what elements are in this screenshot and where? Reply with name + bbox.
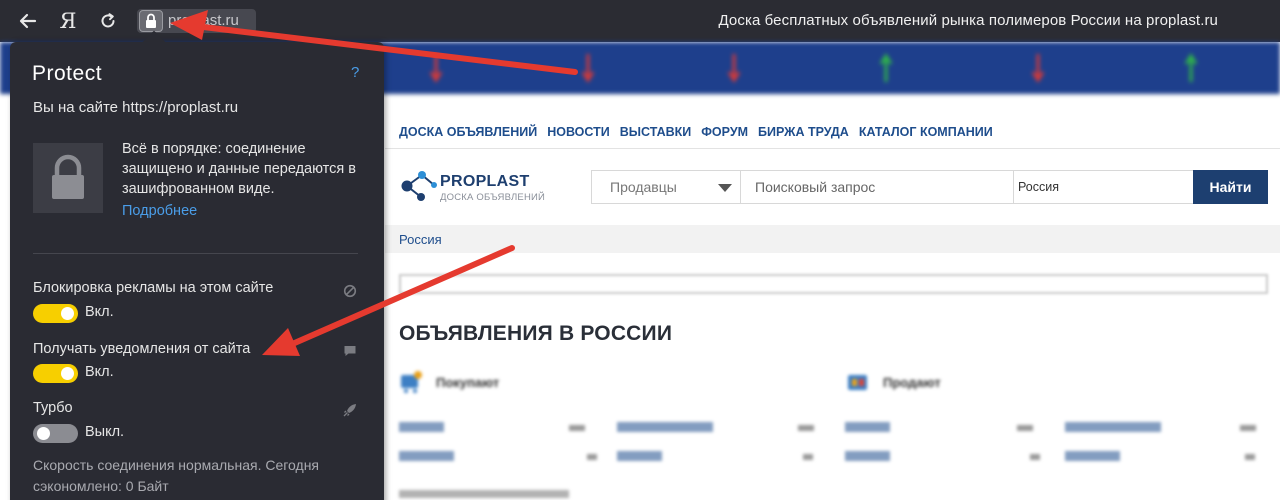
- speed-note: Скорость соединения нормальная. Сегодня …: [33, 457, 320, 494]
- turbo-label: Турбо: [33, 400, 73, 416]
- category-select[interactable]: Продавцы: [591, 170, 740, 204]
- notifications-label: Получать уведомления от сайта: [33, 341, 251, 357]
- menu-catalog[interactable]: КАТАЛОГ КОМПАНИИ: [859, 125, 993, 139]
- ticker-item: [430, 48, 580, 88]
- category-count: [587, 454, 597, 460]
- ticker-item: [728, 48, 878, 88]
- help-button[interactable]: ?: [351, 64, 359, 81]
- category-count: [803, 454, 813, 460]
- category-link[interactable]: [617, 422, 713, 432]
- category-link[interactable]: [399, 422, 444, 432]
- menu-news[interactable]: НОВОСТИ: [547, 125, 610, 139]
- search-form: Продавцы Найти: [591, 170, 1268, 204]
- divider: [385, 148, 1280, 149]
- category-link[interactable]: [1065, 451, 1120, 461]
- breadcrumb-item[interactable]: Россия: [399, 232, 442, 247]
- store-icon: [848, 375, 867, 390]
- category-link[interactable]: [845, 451, 890, 461]
- ad-block-toggle[interactable]: [33, 304, 78, 323]
- toggle-knob: [61, 307, 74, 320]
- category-link[interactable]: [845, 422, 890, 432]
- ad-block-state: Вкл.: [85, 304, 114, 320]
- regions-heading: [399, 490, 569, 498]
- ticker-item: [582, 48, 732, 88]
- category-count: [569, 425, 585, 431]
- more-details-link[interactable]: Подробнее: [122, 203, 197, 219]
- divider: [33, 253, 358, 254]
- page-title: ОБЪЯВЛЕНИЯ В РОССИИ: [399, 322, 673, 345]
- toggle-knob: [61, 367, 74, 380]
- ad-block-label: Блокировка рекламы на этом сайте: [33, 280, 274, 296]
- notifications-state: Вкл.: [85, 364, 114, 380]
- browser-toolbar: Я proplast.ru Доска бесплатных объявлени…: [0, 0, 1280, 42]
- notifications-toggle[interactable]: [33, 364, 78, 383]
- site-security-button[interactable]: [139, 10, 163, 32]
- turbo-state: Выкл.: [85, 424, 125, 440]
- search-button[interactable]: Найти: [1193, 170, 1268, 204]
- category-count: [1030, 454, 1040, 460]
- cart-icon: [401, 371, 422, 393]
- breadcrumb: Россия: [385, 225, 1280, 253]
- reload-icon: [101, 13, 115, 28]
- banner-placeholder: [399, 274, 1268, 294]
- lock-icon: [146, 13, 156, 28]
- category-link[interactable]: [399, 451, 454, 461]
- chevron-down-icon: [718, 184, 732, 192]
- category-link[interactable]: [617, 451, 662, 461]
- rocket-icon: [343, 404, 356, 417]
- lock-icon: [52, 154, 84, 199]
- sellers-heading[interactable]: Продают: [883, 375, 941, 390]
- ticker-item: [1185, 48, 1280, 88]
- site-menu: ДОСКА ОБЪЯВЛЕНИЙ НОВОСТИ ВЫСТАВКИ ФОРУМ …: [399, 125, 993, 139]
- connection-status-text: Всё в порядке: соединение защищено и дан…: [122, 141, 356, 197]
- reload-button[interactable]: [95, 8, 121, 34]
- region-input[interactable]: [1013, 170, 1193, 204]
- menu-board[interactable]: ДОСКА ОБЪЯВЛЕНИЙ: [399, 125, 537, 139]
- category-count: [798, 425, 814, 431]
- ticker-item: [880, 48, 1030, 88]
- proplast-logo-icon[interactable]: [398, 168, 438, 204]
- category-select-value: Продавцы: [610, 179, 677, 195]
- secure-status-tile: [33, 143, 103, 213]
- logo-title[interactable]: PROPLAST: [440, 173, 530, 191]
- category-link[interactable]: [1065, 422, 1161, 432]
- turbo-toggle[interactable]: [33, 424, 78, 443]
- category-count: [1240, 425, 1256, 431]
- category-count: [1017, 425, 1033, 431]
- search-input[interactable]: [740, 170, 1013, 204]
- block-icon: [343, 284, 357, 298]
- menu-forum[interactable]: ФОРУМ: [701, 125, 748, 139]
- protect-panel: Protect ? Вы на сайте https://proplast.r…: [10, 42, 384, 500]
- current-site-text: Вы на сайте https://proplast.ru: [33, 99, 239, 116]
- menu-exhibitions[interactable]: ВЫСТАВКИ: [620, 125, 692, 139]
- menu-jobs[interactable]: БИРЖА ТРУДА: [758, 125, 849, 139]
- back-button[interactable]: [15, 8, 41, 34]
- ticker-item: [1032, 48, 1182, 88]
- address-text[interactable]: proplast.ru: [168, 12, 239, 29]
- screen: Я proplast.ru Доска бесплатных объявлени…: [0, 0, 1280, 500]
- category-count: [1245, 454, 1255, 460]
- yandex-button[interactable]: Я: [55, 8, 81, 34]
- buyers-heading[interactable]: Покупают: [436, 375, 499, 390]
- toggle-knob: [37, 427, 50, 440]
- window-title: Доска бесплатных объявлений рынка полиме…: [718, 12, 1218, 29]
- protect-title: Protect: [32, 62, 103, 85]
- logo-subtitle: ДОСКА ОБЪЯВЛЕНИЙ: [440, 192, 546, 203]
- chat-bubble-icon: [344, 346, 356, 356]
- arrow-left-icon: [19, 13, 37, 29]
